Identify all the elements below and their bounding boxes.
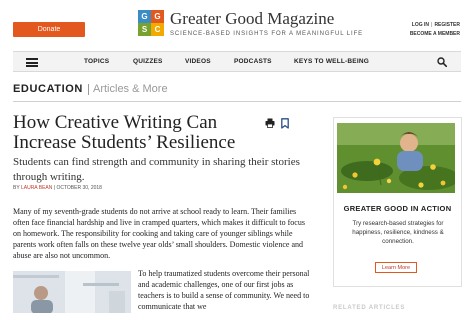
donate-button[interactable]: Donate bbox=[13, 22, 85, 37]
article-dek: Students can find strength and community… bbox=[13, 156, 300, 183]
logo-letter: G bbox=[151, 10, 164, 23]
byline-prefix: BY bbox=[13, 185, 21, 191]
promo-text: Try research-based strategies for happin… bbox=[352, 220, 444, 245]
nav-item-podcasts[interactable]: PODCASTS bbox=[234, 58, 272, 65]
article-paragraph: Many of my seventh-grade students do not… bbox=[13, 207, 305, 260]
section-label[interactable]: EDUCATION bbox=[13, 83, 83, 95]
main-nav: TOPICS QUIZZES VIDEOS PODCASTS KEYS TO W… bbox=[13, 51, 461, 72]
byline: BY LAURA BEAN | OCTOBER 30, 2018 bbox=[13, 185, 102, 191]
account-links: LOG IN | REGISTER bbox=[412, 22, 460, 28]
log-in-link[interactable]: LOG IN bbox=[412, 22, 429, 28]
logo-letter: C bbox=[151, 23, 164, 36]
article-image bbox=[13, 271, 131, 313]
nav-item-videos[interactable]: VIDEOS bbox=[185, 58, 211, 65]
search-icon[interactable] bbox=[437, 57, 447, 67]
article-date: OCTOBER 30, 2018 bbox=[56, 185, 102, 191]
logo-letter: G bbox=[138, 10, 151, 23]
section-sublabel[interactable]: Articles & More bbox=[93, 83, 168, 95]
nav-item-quizzes[interactable]: QUIZZES bbox=[133, 58, 163, 65]
link-separator: | bbox=[431, 22, 433, 28]
site-tagline: SCIENCE-BASED INSIGHTS FOR A MEANINGFUL … bbox=[170, 31, 364, 37]
article-paragraph: To help traumatized students overcome th… bbox=[138, 269, 310, 311]
nav-item-topics[interactable]: TOPICS bbox=[84, 58, 109, 65]
learn-more-button[interactable]: Learn More bbox=[375, 262, 417, 273]
hamburger-icon[interactable] bbox=[26, 58, 38, 67]
nav-item-keys-to-well-being[interactable]: KEYS TO WELL-BEING bbox=[294, 58, 369, 65]
section-rule bbox=[13, 101, 461, 102]
register-link[interactable]: REGISTER bbox=[434, 22, 460, 28]
gg-logo[interactable]: G G S C bbox=[138, 10, 164, 36]
print-icon[interactable] bbox=[265, 118, 275, 128]
become-member-link[interactable]: BECOME A MEMBER bbox=[410, 31, 460, 37]
site-title[interactable]: Greater Good Magazine bbox=[170, 9, 334, 29]
logo-letter: S bbox=[138, 23, 151, 36]
author-link[interactable]: LAURA BEAN bbox=[21, 185, 52, 191]
related-articles-label: RELATED ARTICLES bbox=[333, 305, 406, 311]
section-divider bbox=[88, 84, 89, 95]
promo-image[interactable] bbox=[337, 123, 455, 193]
bookmark-icon[interactable] bbox=[281, 118, 289, 129]
article-headline: How Creative Writing Can Increase Studen… bbox=[13, 112, 236, 153]
promo-title: GREATER GOOD IN ACTION bbox=[343, 204, 452, 213]
